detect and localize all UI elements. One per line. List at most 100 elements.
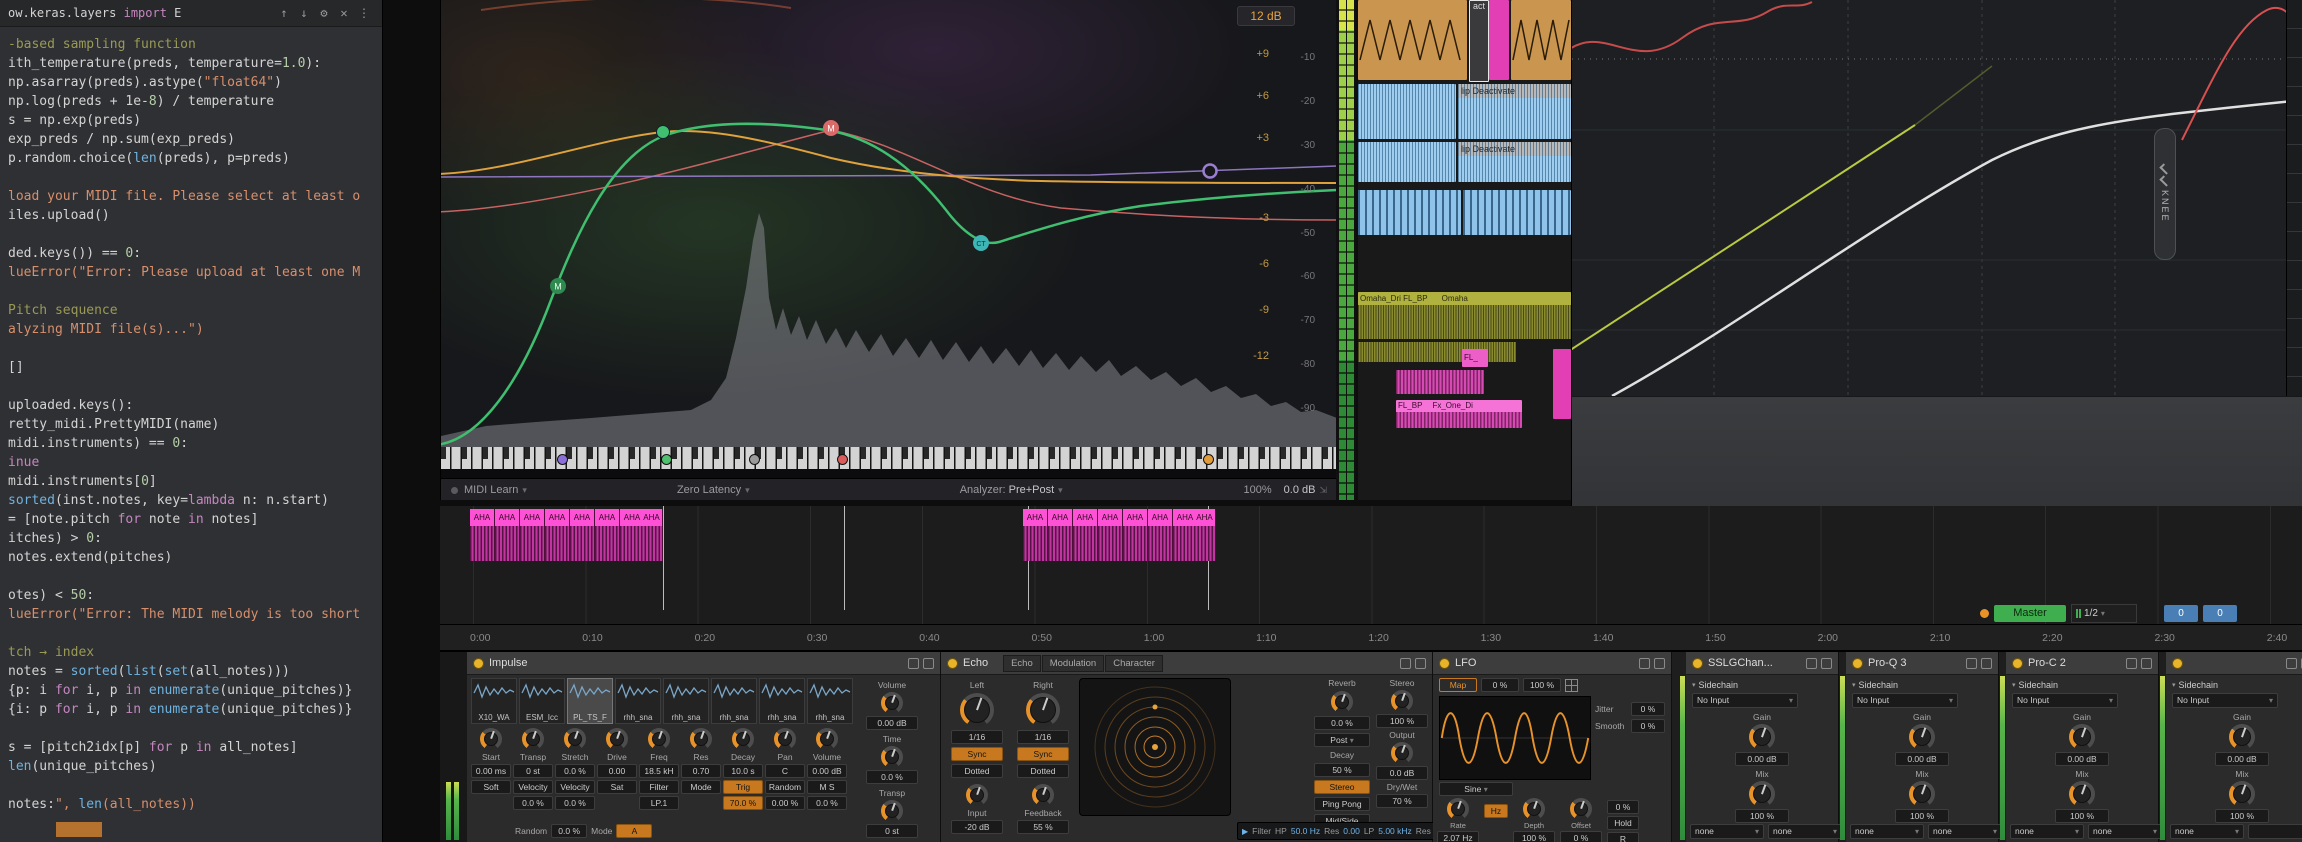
selected-clip[interactable]: act xyxy=(1469,0,1489,82)
master-grouping-select[interactable]: 1/2▾ xyxy=(2071,604,2137,623)
clip-title[interactable]: lip Deactivate xyxy=(1458,142,1571,156)
rate-value[interactable]: 2.07 Hz xyxy=(1437,831,1479,842)
sidechain-section[interactable]: ▾Sidechain xyxy=(1692,680,1838,690)
sidechain-input-select[interactable]: No Input▾ xyxy=(2172,693,2278,708)
echo-tunnel-visualizer[interactable] xyxy=(1079,678,1231,816)
hp-res-value[interactable]: 0.00 xyxy=(1343,826,1360,836)
routing-select[interactable]: none▾ xyxy=(2010,824,2084,839)
param-knob[interactable] xyxy=(816,728,838,750)
rate-knob[interactable] xyxy=(1447,798,1469,820)
reverb-knob[interactable] xyxy=(1331,691,1353,713)
midi-learn-menu[interactable]: MIDI Learn▾ xyxy=(464,484,527,496)
audio-clip-blue[interactable]: lip Deactivate xyxy=(1458,142,1571,182)
eq-node-purple[interactable] xyxy=(1204,165,1217,178)
offset-value[interactable]: 0 % xyxy=(1560,831,1602,842)
routing-select[interactable]: none▾ xyxy=(2170,824,2244,839)
reverb-position-select[interactable]: Post ▾ xyxy=(1314,733,1370,747)
division-mode-select[interactable]: Dotted xyxy=(1017,764,1069,778)
knee-slider[interactable]: KNEE xyxy=(2154,128,2176,260)
audio-clip-blue[interactable] xyxy=(1358,84,1456,139)
param-value[interactable]: 18.5 kH xyxy=(639,764,679,778)
audio-clip-aha[interactable]: AHA xyxy=(595,509,620,561)
impulse-sample-slot[interactable]: ESM_Icc xyxy=(519,678,565,724)
key-marker-purple[interactable] xyxy=(557,454,568,465)
move-cell-down-icon[interactable]: ↓ xyxy=(294,3,314,23)
audio-clip-aha[interactable]: AHA xyxy=(520,509,545,561)
stereo-width-value[interactable]: 100 % xyxy=(1376,714,1428,728)
param-value[interactable]: 0.0 % xyxy=(555,764,595,778)
key-marker-gray[interactable] xyxy=(749,454,760,465)
jitter-value[interactable]: 0 % xyxy=(1631,702,1665,716)
echo-filter-bar[interactable]: ▶ Filter HP50.0 Hz Res0.00 LP5.00 kHz Re… xyxy=(1237,822,1437,840)
routing-select[interactable]: none▾ xyxy=(1850,824,1924,839)
master-value-b[interactable]: 0 xyxy=(2203,605,2237,622)
global-value[interactable]: 0 st xyxy=(866,824,918,838)
decay-value[interactable]: 50 % xyxy=(1314,763,1370,777)
settings-gear-icon[interactable]: ⚙ xyxy=(314,3,334,23)
param-knob[interactable] xyxy=(732,728,754,750)
impulse-sample-slot[interactable]: rhh_sna xyxy=(759,678,805,724)
audio-clip-tan[interactable] xyxy=(1511,0,1571,80)
lfo-waveform-display[interactable] xyxy=(1439,696,1591,780)
move-cell-up-icon[interactable]: ↑ xyxy=(274,3,294,23)
echo-tab[interactable]: Modulation xyxy=(1042,655,1104,672)
lp-freq-value[interactable]: 5.00 kHz xyxy=(1378,826,1412,836)
param-sub-control[interactable]: Mode xyxy=(681,780,721,794)
map-min-value[interactable]: 0 % xyxy=(1481,678,1519,692)
code-body[interactable]: -based sampling function ith_temperature… xyxy=(0,27,382,814)
dry-wet-value[interactable]: 70 % xyxy=(1376,794,1428,808)
param-sub-control[interactable]: Velocity xyxy=(555,780,595,794)
param-value[interactable]: 0.00 ms xyxy=(471,764,511,778)
device-activator[interactable] xyxy=(1439,658,1450,669)
audio-clip-aha[interactable]: AHA xyxy=(1194,509,1216,561)
param-knob[interactable] xyxy=(690,728,712,750)
smooth-value[interactable]: 0 % xyxy=(1631,719,1665,733)
eq-range-badge[interactable]: 12 dB xyxy=(1237,6,1295,26)
impulse-sample-slot[interactable]: rhh_sna xyxy=(615,678,661,724)
phase-value[interactable]: 0 % xyxy=(1607,800,1639,814)
audio-clip-olive[interactable] xyxy=(1358,342,1516,362)
param-value[interactable]: 0.00 dB xyxy=(807,764,847,778)
depth-knob[interactable] xyxy=(1523,798,1545,820)
mode-value[interactable]: A xyxy=(616,824,652,838)
global-knob[interactable] xyxy=(881,692,903,714)
routing-select[interactable]: ▾ xyxy=(2248,824,2302,839)
param-sub-control[interactable]: Sat xyxy=(597,780,637,794)
audio-clip-aha[interactable]: AHA xyxy=(470,509,495,561)
gain-value[interactable]: 0.00 dB xyxy=(2055,752,2109,766)
device-icons[interactable] xyxy=(2126,658,2152,669)
param-sub-control[interactable]: Velocity xyxy=(513,780,553,794)
routing-select[interactable]: none▾ xyxy=(2088,824,2162,839)
delete-cell-icon[interactable]: ✕ xyxy=(334,3,354,23)
eq-display[interactable]: M M CT xyxy=(441,0,1337,447)
audio-clip-aha[interactable]: AHA xyxy=(1148,509,1173,561)
routing-select[interactable]: none▾ xyxy=(1768,824,1842,839)
key-marker-green[interactable] xyxy=(661,454,672,465)
audio-clip-pink[interactable] xyxy=(1396,370,1484,394)
audio-clip-blue[interactable]: lip Deactivate xyxy=(1458,84,1571,139)
sidechain-input-select[interactable]: No Input▾ xyxy=(2012,693,2118,708)
delay-time-knob[interactable] xyxy=(1026,693,1060,727)
mix-value[interactable]: 100 % xyxy=(2055,809,2109,823)
delay-division[interactable]: 1/16 xyxy=(1017,730,1069,744)
multimap-grid-icon[interactable] xyxy=(1565,679,1578,692)
sync-toggle[interactable]: Sync xyxy=(951,747,1003,761)
param-knob[interactable] xyxy=(522,728,544,750)
mix-value[interactable]: 100 % xyxy=(2215,809,2269,823)
device-activator[interactable] xyxy=(473,658,484,669)
sync-toggle[interactable]: Sync xyxy=(1017,747,1069,761)
audio-clip-aha[interactable]: AHA xyxy=(495,509,520,561)
impulse-sample-slot[interactable]: rhh_sna xyxy=(711,678,757,724)
param-knob[interactable] xyxy=(606,728,628,750)
waveform-select[interactable]: Sine ▾ xyxy=(1439,782,1513,796)
output-knob[interactable] xyxy=(1391,742,1413,764)
time-ruler[interactable]: 0:000:100:200:300:400:501:001:101:201:30… xyxy=(440,624,2302,650)
device-icons[interactable] xyxy=(1639,658,1665,669)
device-icons[interactable] xyxy=(1400,658,1426,669)
eq-node-ct[interactable]: CT xyxy=(973,235,989,251)
gain-value[interactable]: 0.00 dB xyxy=(1735,752,1789,766)
audio-clip-aha[interactable]: AHA xyxy=(545,509,570,561)
mix-knob[interactable] xyxy=(2069,781,2095,807)
gain-knob[interactable] xyxy=(2069,724,2095,750)
device-title-bar[interactable]: SSLGChan... xyxy=(1686,652,1838,675)
